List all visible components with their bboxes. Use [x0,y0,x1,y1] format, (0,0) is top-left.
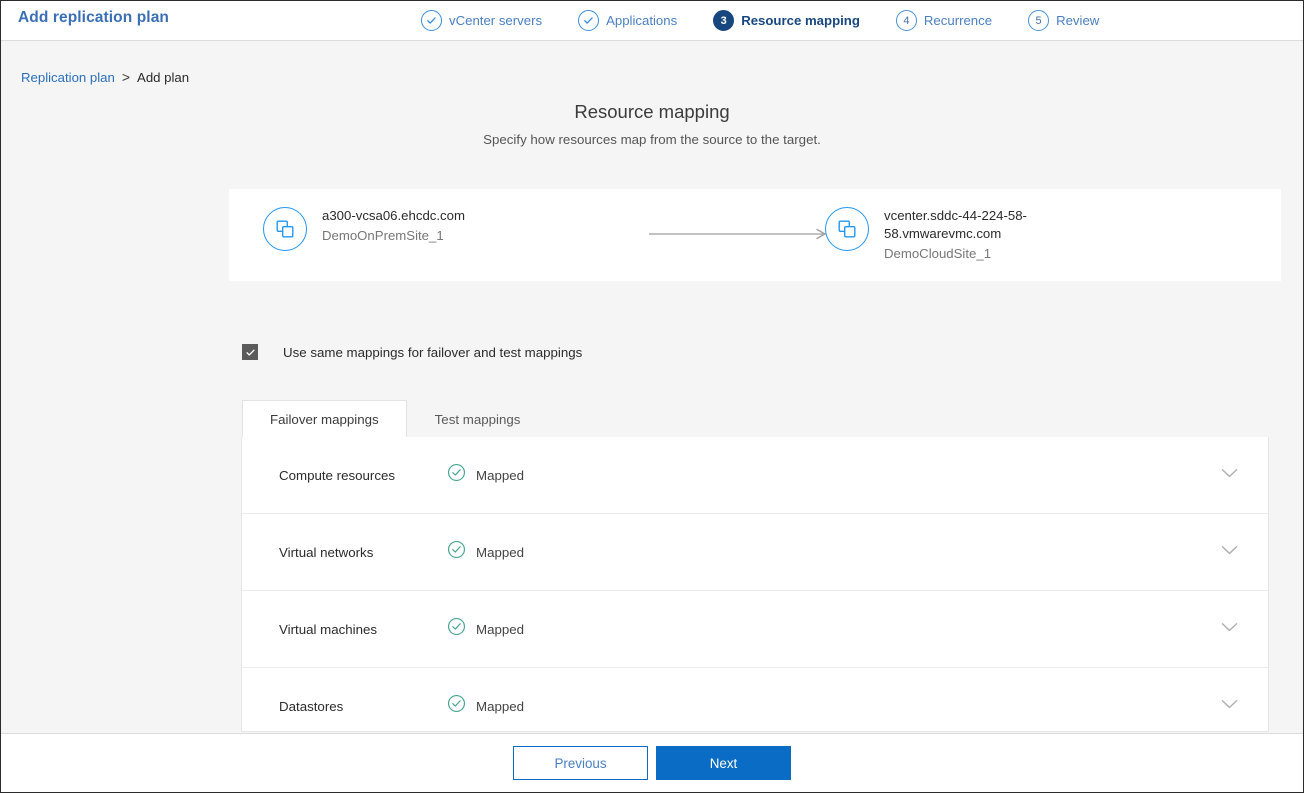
step-applications[interactable]: Applications [578,10,677,31]
same-mappings-row[interactable]: Use same mappings for failover and test … [242,344,582,360]
mapping-row-status-text: Mapped [476,468,524,483]
previous-button[interactable]: Previous [513,746,648,780]
source-site-text: a300-vcsa06.ehcdc.com DemoOnPremSite_1 [322,205,465,243]
tab-failover-mappings[interactable]: Failover mappings [242,400,407,437]
check-circle-icon [447,617,466,641]
tab-label: Failover mappings [270,412,379,427]
check-circle-icon [447,463,466,487]
target-site-name: vcenter.sddc-44-224-58-58.vmwarevmc.com [884,207,1044,243]
source-site-name: a300-vcsa06.ehcdc.com [322,207,465,225]
target-site: vcenter.sddc-44-224-58-58.vmwarevmc.com … [825,205,1044,261]
step-label: Recurrence [924,13,992,28]
wizard-title: Add replication plan [18,9,169,27]
mapping-row-name: Compute resources [279,468,447,483]
step-label: Resource mapping [741,13,860,28]
tab-label: Test mappings [435,412,521,427]
source-site: a300-vcsa06.ehcdc.com DemoOnPremSite_1 [263,205,465,251]
mapping-row-status-text: Mapped [476,622,524,637]
wizard-header: Add replication plan vCenter servers App… [1,1,1303,41]
next-button[interactable]: Next [656,746,791,780]
target-site-text: vcenter.sddc-44-224-58-58.vmwarevmc.com … [884,205,1044,261]
mapping-tabs: Failover mappings Test mappings [242,400,548,437]
source-target-card: a300-vcsa06.ehcdc.com DemoOnPremSite_1 v… [229,189,1281,281]
step-review[interactable]: 5 Review [1028,10,1099,31]
mapping-row-status-text: Mapped [476,545,524,560]
same-mappings-checkbox[interactable] [242,344,258,360]
table-row[interactable]: Datastores Mapped [242,668,1268,732]
step-label: vCenter servers [449,13,542,28]
check-circle-icon [447,540,466,564]
target-site-label: DemoCloudSite_1 [884,246,1044,261]
mapping-row-status: Mapped [447,694,524,718]
breadcrumb-replication-plan-link[interactable]: Replication plan [21,70,115,85]
step-resource-mapping[interactable]: 3 Resource mapping [713,10,860,31]
page-subtitle: Specify how resources map from the sourc… [1,132,1303,147]
vcenter-icon [263,207,307,251]
wizard-footer: Previous Next [1,733,1303,792]
table-row[interactable]: Virtual networks Mapped [242,514,1268,591]
mapping-list-panel: Compute resources Mapped Virtual network… [241,437,1269,732]
chevron-down-icon[interactable] [1221,697,1238,715]
table-row[interactable]: Compute resources Mapped [242,437,1268,514]
chevron-down-icon[interactable] [1221,466,1238,484]
tab-test-mappings[interactable]: Test mappings [407,400,549,437]
wizard-step-indicator: vCenter servers Applications 3 Resource … [421,1,1099,40]
check-circle-icon [447,694,466,718]
chevron-down-icon[interactable] [1221,620,1238,638]
page-title: Resource mapping [1,101,1303,123]
step-vcenter-servers[interactable]: vCenter servers [421,10,542,31]
mapping-row-name: Datastores [279,699,447,714]
chevron-down-icon[interactable] [1221,543,1238,561]
mapping-row-status: Mapped [447,617,524,641]
mapping-row-name: Virtual networks [279,545,447,560]
table-row[interactable]: Virtual machines Mapped [242,591,1268,668]
step-number-badge: 3 [713,10,734,31]
step-check-icon [421,10,442,31]
mapping-direction-arrow [649,227,829,239]
add-replication-plan-wizard: Add replication plan vCenter servers App… [0,0,1304,793]
page-title-block: Resource mapping Specify how resources m… [1,101,1303,147]
step-check-icon [578,10,599,31]
step-recurrence[interactable]: 4 Recurrence [896,10,992,31]
breadcrumb: Replication plan > Add plan [21,69,189,85]
mapping-row-status: Mapped [447,540,524,564]
source-site-label: DemoOnPremSite_1 [322,228,465,243]
mapping-row-name: Virtual machines [279,622,447,637]
same-mappings-label: Use same mappings for failover and test … [283,345,582,360]
vcenter-icon [825,207,869,251]
mapping-row-status: Mapped [447,463,524,487]
breadcrumb-current: Add plan [137,70,189,85]
step-label: Review [1056,13,1099,28]
mapping-row-status-text: Mapped [476,699,524,714]
step-number-badge: 4 [896,10,917,31]
step-label: Applications [606,13,677,28]
breadcrumb-separator-icon: > [122,69,130,85]
step-number-badge: 5 [1028,10,1049,31]
